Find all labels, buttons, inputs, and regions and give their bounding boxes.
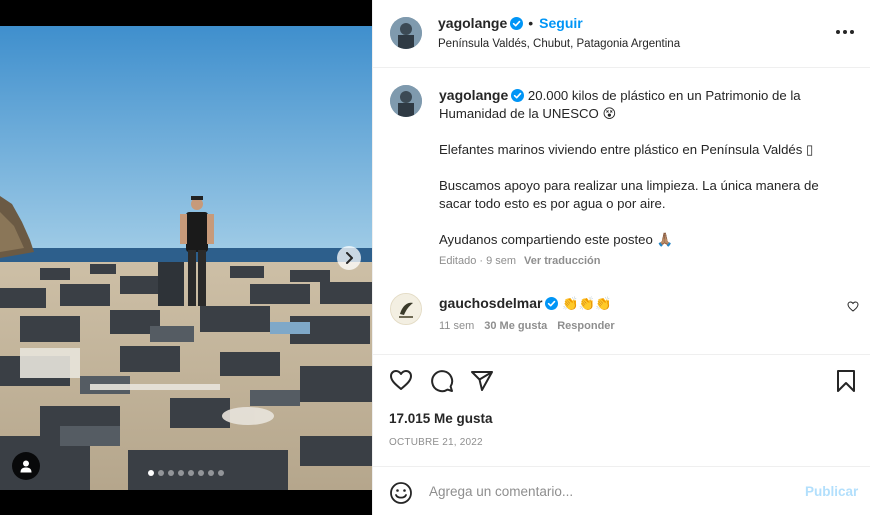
author-avatar[interactable]: [390, 17, 422, 49]
post-date[interactable]: OCTUBRE 21, 2022: [389, 437, 483, 448]
caption-text: yagolange 20.000 kilos de plástico en un…: [439, 86, 844, 249]
carousel-dot: [168, 470, 174, 476]
comment-time: 11 sem: [439, 320, 475, 332]
bookmark-icon[interactable]: [836, 369, 856, 393]
verified-badge-icon: [545, 297, 559, 310]
commenter-avatar[interactable]: [390, 293, 422, 325]
carousel-dot: [208, 470, 214, 476]
caption-paragraph: Buscamos apoyo para realizar una limpiez…: [439, 178, 819, 211]
caption-username[interactable]: yagolange: [439, 87, 508, 103]
post-photo[interactable]: [0, 26, 372, 490]
verified-badge-icon: [511, 89, 525, 102]
comment-meta: 11 sem 30 Me gusta Responder: [439, 320, 625, 332]
follow-button[interactable]: Seguir: [539, 15, 583, 31]
carousel-dot: [218, 470, 224, 476]
caption-author-avatar[interactable]: [390, 85, 422, 117]
comment-icon[interactable]: [430, 369, 454, 393]
caption-meta: Editado · 9 sem Ver traducción: [439, 255, 600, 267]
user-tags-button[interactable]: [12, 452, 40, 480]
instagram-post-view: yagolange • Seguir Península Valdés, Chubu…: [0, 0, 870, 515]
post-actions: 17.015 Me gusta OCTUBRE 21, 2022: [373, 354, 870, 466]
verified-badge-icon: [510, 17, 524, 30]
likes-count[interactable]: 17.015 Me gusta: [389, 411, 493, 426]
edited-time: Editado · 9 sem: [439, 255, 517, 267]
author-username[interactable]: yagolange: [438, 15, 507, 31]
see-translation-link[interactable]: Ver traducción: [524, 255, 600, 267]
carousel-dot: [188, 470, 194, 476]
header-line: yagolange • Seguir: [438, 15, 583, 31]
carousel-dot: [148, 470, 154, 476]
next-slide-button[interactable]: [337, 246, 361, 270]
more-options-icon[interactable]: [836, 24, 856, 40]
post-location[interactable]: Península Valdés, Chubut, Patagonia Arge…: [438, 38, 680, 50]
carousel-dot: [178, 470, 184, 476]
comment-input[interactable]: [429, 480, 789, 502]
user-tag-icon: [20, 460, 32, 473]
media-panel: [0, 0, 372, 515]
heart-icon[interactable]: [389, 369, 413, 391]
comment-likes[interactable]: 30 Me gusta: [484, 320, 547, 332]
caption-paragraph: Ayudanos compartiendo este posteo 🙏🏽: [439, 232, 673, 247]
comment-item: gauchosdelmar 👏👏👏 11 sem 30 Me gusta Respo…: [373, 286, 870, 340]
comment-heart-icon[interactable]: [847, 301, 859, 312]
post-details-panel: yagolange • Seguir Península Valdés, Chubu…: [372, 0, 870, 515]
reply-button[interactable]: Responder: [557, 320, 614, 332]
carousel-indicators: [0, 470, 372, 476]
chevron-right-icon: [346, 252, 353, 264]
emoji-icon[interactable]: [389, 481, 413, 505]
carousel-dot: [198, 470, 204, 476]
commenter-username[interactable]: gauchosdelmar: [439, 295, 542, 311]
comment-body: 👏👏👏: [562, 296, 612, 311]
beach-plastic-photo: [0, 26, 372, 490]
post-header: yagolange • Seguir Península Valdés, Chubu…: [373, 0, 870, 68]
carousel-dot: [158, 470, 164, 476]
caption-paragraph: Elefantes marinos viviendo entre plástic…: [439, 142, 814, 157]
comment-text: gauchosdelmar 👏👏👏: [439, 295, 611, 312]
add-comment-bar: Publicar: [373, 466, 870, 515]
post-comment-button[interactable]: Publicar: [805, 484, 858, 499]
share-icon[interactable]: [470, 369, 494, 393]
separator-dot: •: [528, 15, 534, 31]
